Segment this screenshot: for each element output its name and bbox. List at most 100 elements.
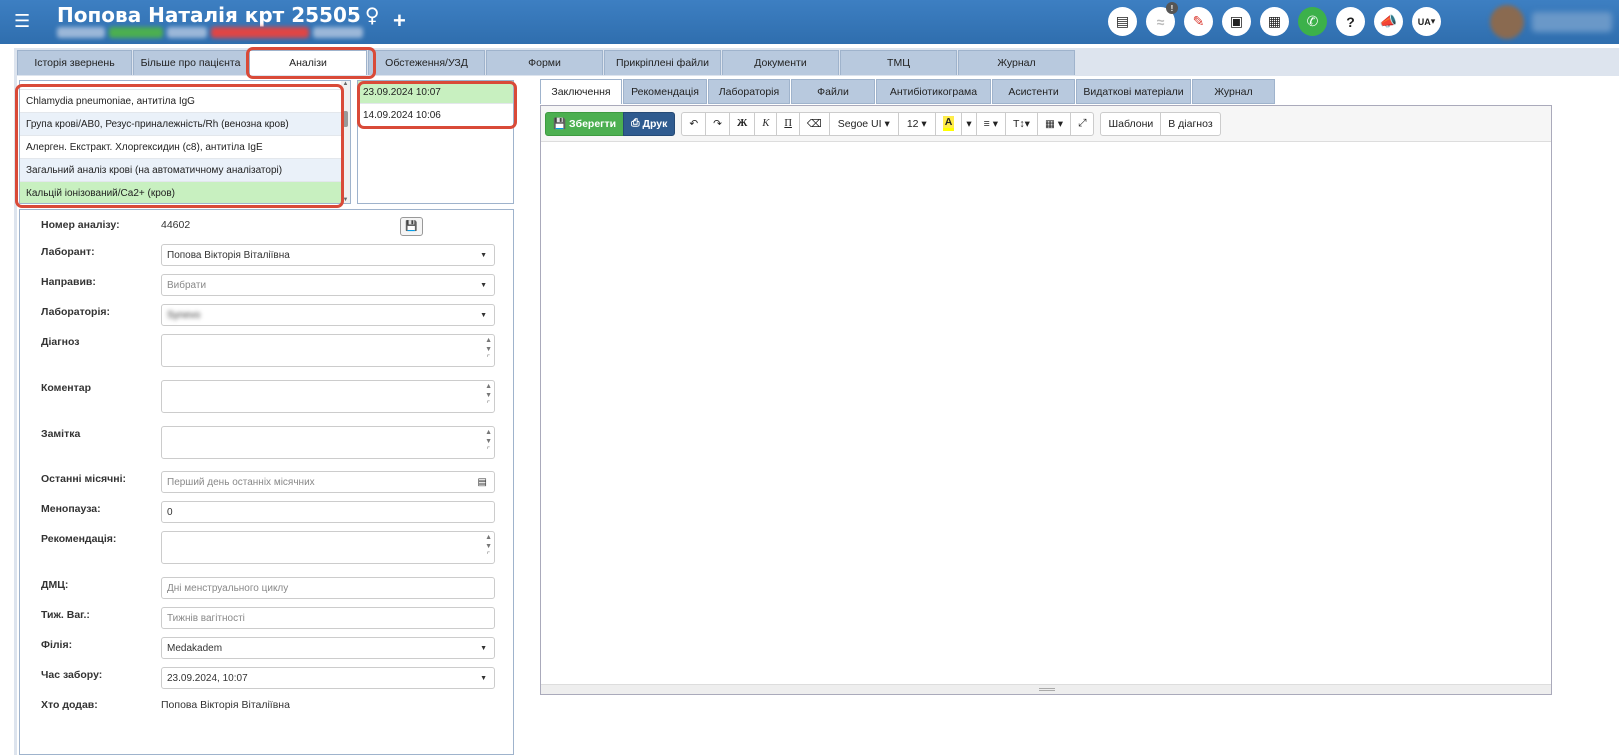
collection-time-select[interactable]: 23.09.2024, 10:07 ▼: [161, 667, 495, 689]
diagnosis-textarea[interactable]: ▲ ▼ ⌜: [161, 334, 495, 367]
list-item-selected[interactable]: Кальцій іонізований/Ca2+ (кров): [20, 182, 350, 203]
chevron-down-icon: ▼: [480, 251, 487, 259]
branch-value: Medakadem: [167, 642, 223, 654]
tab-attached-files[interactable]: Прикріплені файли: [604, 50, 721, 75]
save-icon[interactable]: 💾: [400, 217, 423, 236]
tab-analyses[interactable]: Аналізи: [249, 50, 367, 75]
redo-icon[interactable]: ↷: [705, 111, 730, 136]
user-name-blurred[interactable]: [1532, 12, 1612, 32]
editor-tabs: Заключення Рекомендація Лабораторія Файл…: [540, 79, 1276, 104]
tab-tmc[interactable]: ТМЦ: [840, 50, 957, 75]
list-item[interactable]: Алерген. Екстракт. Хлоргексидин (с8), ан…: [20, 136, 350, 159]
date-item[interactable]: 14.09.2024 10:06: [358, 104, 513, 127]
scroll-up-icon[interactable]: ▲: [341, 81, 350, 87]
tab-documents[interactable]: Документи: [722, 50, 839, 75]
add-patient-button[interactable]: +: [393, 8, 406, 34]
chat-icon[interactable]: ▤: [1108, 7, 1137, 36]
font-family-select[interactable]: Segoe UI ▾: [828, 111, 899, 136]
table-icon: ▦: [1044, 117, 1055, 130]
language-selector[interactable]: UA ▾: [1412, 7, 1441, 36]
table-button[interactable]: ▦ ▾: [1036, 111, 1072, 136]
tab-files[interactable]: Файли: [791, 79, 875, 104]
align-button[interactable]: ≡ ▾: [975, 111, 1006, 136]
scroll-down-icon[interactable]: ▼: [341, 197, 350, 203]
italic-button[interactable]: К: [754, 111, 778, 136]
tab-editor-journal[interactable]: Журнал: [1192, 79, 1275, 104]
menu-icon[interactable]: ☰: [14, 11, 30, 32]
dmc-input[interactable]: Дні менструального циклу: [161, 577, 495, 599]
list-item[interactable]: Група крові/AB0, Резус-приналежність/Rh …: [20, 113, 350, 136]
dmc-label: ДМЦ:: [41, 579, 69, 591]
pdf-icon[interactable]: ✎: [1184, 7, 1213, 36]
editor-resize-handle[interactable]: [541, 684, 1551, 694]
editor-content-area[interactable]: [541, 141, 1551, 684]
textarea-stepper-icon[interactable]: ▲ ▼ ⌜: [485, 533, 492, 560]
print-button[interactable]: ⎙ Друк: [623, 111, 676, 136]
menopause-input[interactable]: 0: [161, 501, 495, 523]
textarea-stepper-icon[interactable]: ▲ ▼ ⌜: [485, 428, 492, 455]
pregnancy-input[interactable]: Тижнів вагітності: [161, 607, 495, 629]
print-icon: ⎙: [631, 117, 643, 129]
underline-button[interactable]: П: [776, 111, 800, 136]
eraser-icon[interactable]: ⌫: [798, 111, 830, 136]
tab-antibiogram[interactable]: Антибіотикограма: [876, 79, 991, 104]
last-menses-label: Останні місячні:: [41, 473, 127, 485]
textarea-stepper-icon[interactable]: ▲ ▼ ⌜: [485, 336, 492, 363]
laboratory-select[interactable]: Synevo ▼: [161, 304, 495, 326]
tab-forms[interactable]: Форми: [486, 50, 603, 75]
list-item[interactable]: Загальний аналіз крові (на автоматичному…: [20, 159, 350, 182]
bold-button[interactable]: Ж: [728, 111, 756, 136]
templates-button[interactable]: Шаблони: [1100, 111, 1162, 136]
note-textarea[interactable]: ▲ ▼ ⌜: [161, 426, 495, 459]
calendar-icon[interactable]: ▤: [478, 477, 487, 488]
recommendation-textarea[interactable]: ▲ ▼ ⌜: [161, 531, 495, 564]
branch-select[interactable]: Medakadem ▼: [161, 637, 495, 659]
text-format-button[interactable]: T↕ ▾: [1005, 111, 1038, 136]
avatar[interactable]: [1490, 5, 1524, 39]
notification-icon[interactable]: ≈!: [1146, 2, 1178, 36]
undo-icon[interactable]: ↶: [681, 111, 707, 136]
phone-icon[interactable]: ✆: [1298, 7, 1327, 36]
highlight-icon: A: [942, 116, 955, 131]
laboratory-label: Лабораторія:: [41, 306, 110, 318]
main-tabs: Історія звернень Більше про пацієнта Ана…: [17, 50, 1076, 75]
font-size-select[interactable]: 12 ▾: [897, 111, 936, 136]
pregnancy-placeholder: Тижнів вагітності: [167, 612, 245, 624]
help-icon[interactable]: ?: [1336, 7, 1365, 36]
print-label: Друк: [642, 117, 668, 130]
tab-consumables[interactable]: Видаткові матеріали: [1076, 79, 1191, 104]
fullscreen-icon[interactable]: ⤢: [1070, 111, 1095, 136]
tab-history[interactable]: Історія звернень: [17, 50, 132, 75]
analyses-scrollbar[interactable]: ▲ ▼: [341, 81, 350, 203]
align-icon: ≡: [983, 117, 990, 130]
laborant-select[interactable]: Попова Вікторія Віталіївна ▼: [161, 244, 495, 266]
highlight-button[interactable]: A: [934, 111, 963, 136]
scroll-thumb[interactable]: [343, 111, 348, 127]
last-menses-date-input[interactable]: Перший день останніх місячних ▤: [161, 471, 495, 493]
gender-icon: ♀: [364, 3, 380, 27]
to-diagnosis-button[interactable]: В діагноз: [1160, 111, 1221, 136]
save-label: Зберегти: [569, 117, 617, 130]
tab-examinations[interactable]: Обстеження/УЗД: [368, 50, 485, 75]
calculator-icon[interactable]: ▦: [1260, 7, 1289, 36]
tab-more-about-patient[interactable]: Більше про пацієнта: [133, 50, 248, 75]
save-button[interactable]: 💾 Зберегти: [545, 111, 625, 136]
tab-journal[interactable]: Журнал: [958, 50, 1075, 75]
date-item-selected[interactable]: 23.09.2024 10:07: [358, 81, 513, 104]
textarea-stepper-icon[interactable]: ▲ ▼ ⌜: [485, 382, 492, 409]
highlight-dropdown-icon[interactable]: ▾: [961, 111, 977, 136]
text-format-icon: T↕: [1013, 117, 1025, 130]
tab-recommendation[interactable]: Рекомендація: [623, 79, 707, 104]
tab-laboratory[interactable]: Лабораторія: [708, 79, 790, 104]
diagnosis-label: Діагноз: [41, 336, 80, 348]
announcement-icon[interactable]: 📣: [1374, 7, 1403, 36]
language-label: UA: [1417, 16, 1431, 27]
card-icon[interactable]: ▣: [1222, 7, 1251, 36]
patient-name: Попова Наталія крт 25505: [57, 3, 361, 27]
list-item[interactable]: Chlamydia pneumoniae, антитіла IgG: [20, 90, 350, 113]
tab-assistants[interactable]: Асистенти: [992, 79, 1075, 104]
referred-select[interactable]: Вибрати ▼: [161, 274, 495, 296]
tab-conclusion[interactable]: Заключення: [540, 79, 622, 104]
pregnancy-label: Тиж. Ваг.:: [41, 609, 90, 621]
comment-textarea[interactable]: ▲ ▼ ⌜: [161, 380, 495, 413]
